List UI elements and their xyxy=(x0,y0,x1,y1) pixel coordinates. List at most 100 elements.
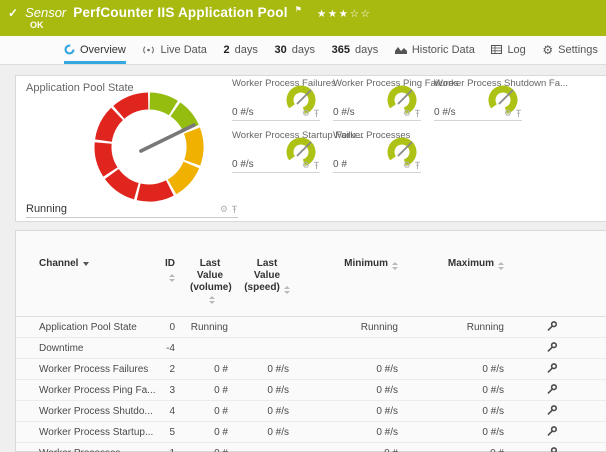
gear-icon[interactable]: ⚙ xyxy=(403,161,411,170)
edit-channel-icon[interactable] xyxy=(546,404,558,416)
pin-icon[interactable] xyxy=(414,109,421,118)
gauge-action-icons: ⚙ xyxy=(403,109,421,118)
cell-max xyxy=(400,338,506,359)
main-gauge-status: Running xyxy=(26,203,67,215)
tab-number: 30 xyxy=(275,44,287,56)
column-header-min[interactable]: Minimum xyxy=(290,231,400,317)
edit-channel-icon[interactable] xyxy=(546,362,558,374)
tab-bar: OverviewLive Data2days30days365daysHisto… xyxy=(0,36,606,65)
object-kind-label: Sensor xyxy=(25,5,66,20)
small-gauge-value: 0 #/s xyxy=(232,159,254,170)
ok-check-icon: ✓ xyxy=(8,6,18,20)
cell-channel: Worker Process Ping Fa... xyxy=(16,380,156,401)
table-row: Worker Process Startup...50 #0 #/s0 #/s0… xyxy=(16,422,606,443)
cell-id: 3 xyxy=(156,380,178,401)
tab-label: Settings xyxy=(558,44,598,56)
tab-settings[interactable]: ⚙ Settings xyxy=(542,36,598,64)
cell-channel: Worker Process Startup... xyxy=(16,422,156,443)
cell-max: 0 # xyxy=(400,443,506,452)
cell-last_volume: 0 # xyxy=(178,443,230,452)
cell-last_volume: 0 # xyxy=(178,359,230,380)
column-header-last_volume[interactable]: Last Value(volume) xyxy=(178,231,230,317)
tab-30-days[interactable]: 30days xyxy=(275,36,316,64)
cell-channel: Worker Processes xyxy=(16,443,156,452)
column-header-max[interactable]: Maximum xyxy=(400,231,506,317)
table-row: Worker Process Failures20 #0 #/s0 #/s0 #… xyxy=(16,359,606,380)
column-header-last_speed[interactable]: Last Value(speed) xyxy=(230,231,290,317)
sort-icon xyxy=(498,262,504,270)
tab-label: days xyxy=(355,44,378,56)
cell-max: 0 #/s xyxy=(400,422,506,443)
gear-icon[interactable]: ⚙ xyxy=(504,109,512,118)
gear-icon[interactable]: ⚙ xyxy=(403,109,411,118)
column-header-actions xyxy=(506,231,606,317)
table-row: Worker Processes10 #0 #0 # xyxy=(16,443,606,452)
edit-channel-icon[interactable] xyxy=(546,320,558,332)
table-row: Worker Process Shutdo...40 #0 #/s0 #/s0 … xyxy=(16,401,606,422)
edit-channel-icon[interactable] xyxy=(546,425,558,437)
cell-actions xyxy=(506,422,606,443)
tab-365-days[interactable]: 365days xyxy=(332,36,379,64)
pin-icon[interactable] xyxy=(231,205,238,214)
small-gauge[interactable]: Worker Process Shutdown Fa... 0 #/s ⚙ xyxy=(434,78,522,121)
cell-last_speed xyxy=(230,338,290,359)
gauge-action-icons: ⚙ xyxy=(302,109,320,118)
priority-stars[interactable]: ★★★☆☆ xyxy=(317,8,372,20)
cell-last_volume: 0 # xyxy=(178,401,230,422)
cell-channel: Worker Process Failures xyxy=(16,359,156,380)
sort-icon xyxy=(169,274,175,282)
small-gauges-grid: Worker Process Failures 0 #/s ⚙ Worker Pr… xyxy=(232,78,604,196)
gear-icon[interactable]: ⚙ xyxy=(302,109,310,118)
edit-channel-icon[interactable] xyxy=(546,341,558,353)
sensor-title: PerfCounter IIS Application Pool xyxy=(73,5,287,20)
gear-icon[interactable]: ⚙ xyxy=(302,161,310,170)
sort-icon xyxy=(284,286,290,294)
cell-channel: Application Pool State xyxy=(16,317,156,338)
cell-min: 0 # xyxy=(290,443,400,452)
priority-flag-icon[interactable]: ⚑ xyxy=(295,5,302,14)
small-gauge[interactable]: Worker Processes 0 # ⚙ xyxy=(333,130,421,173)
cell-last_speed xyxy=(230,443,290,452)
tab-historic-data[interactable]: Historic Data xyxy=(395,36,475,64)
pin-icon[interactable] xyxy=(414,161,421,170)
pin-icon[interactable] xyxy=(313,109,320,118)
pin-icon[interactable] xyxy=(515,109,522,118)
cell-max: 0 #/s xyxy=(400,359,506,380)
gear-icon[interactable]: ⚙ xyxy=(220,205,228,214)
cell-id: 2 xyxy=(156,359,178,380)
cell-last_volume: 0 # xyxy=(178,380,230,401)
tab-overview[interactable]: Overview xyxy=(64,36,126,64)
tab-2-days[interactable]: 2days xyxy=(224,36,258,64)
live-data-icon xyxy=(142,45,155,55)
cell-last_volume xyxy=(178,338,230,359)
pin-icon[interactable] xyxy=(313,161,320,170)
edit-channel-icon[interactable] xyxy=(546,383,558,395)
cell-min: 0 #/s xyxy=(290,401,400,422)
cell-max: Running xyxy=(400,317,506,338)
tab-live-data[interactable]: Live Data xyxy=(142,36,206,64)
cell-last_speed: 0 #/s xyxy=(230,401,290,422)
overview-icon xyxy=(64,44,75,55)
small-gauge[interactable]: Worker Process Startup Failu... 0 #/s ⚙ xyxy=(232,130,320,173)
table-row: Downtime-4 xyxy=(16,338,606,359)
sort-icon xyxy=(392,262,398,270)
small-gauge-value: 0 # xyxy=(333,159,347,170)
cell-actions xyxy=(506,359,606,380)
settings-icon: ⚙ xyxy=(542,43,553,57)
channel-table-panel: ChannelIDLast Value(volume)Last Value(sp… xyxy=(15,230,606,452)
gauges-panel: Application Pool State Running ⚙ Worker … xyxy=(15,75,606,222)
small-gauge[interactable]: Worker Process Ping Failures 0 #/s ⚙ xyxy=(333,78,421,121)
table-row: Worker Process Ping Fa...30 #0 #/s0 #/s0… xyxy=(16,380,606,401)
cell-last_speed: 0 #/s xyxy=(230,422,290,443)
column-header-channel[interactable]: Channel xyxy=(16,231,156,317)
cell-id: 4 xyxy=(156,401,178,422)
small-gauge[interactable]: Worker Process Failures 0 #/s ⚙ xyxy=(232,78,320,121)
cell-last_volume: 0 # xyxy=(178,422,230,443)
column-header-id[interactable]: ID xyxy=(156,231,178,317)
sort-desc-icon xyxy=(83,262,89,266)
tab-label: Live Data xyxy=(160,44,206,56)
edit-channel-icon[interactable] xyxy=(546,446,558,452)
tab-label: Historic Data xyxy=(412,44,475,56)
cell-actions xyxy=(506,380,606,401)
tab-log[interactable]: Log xyxy=(491,36,525,64)
